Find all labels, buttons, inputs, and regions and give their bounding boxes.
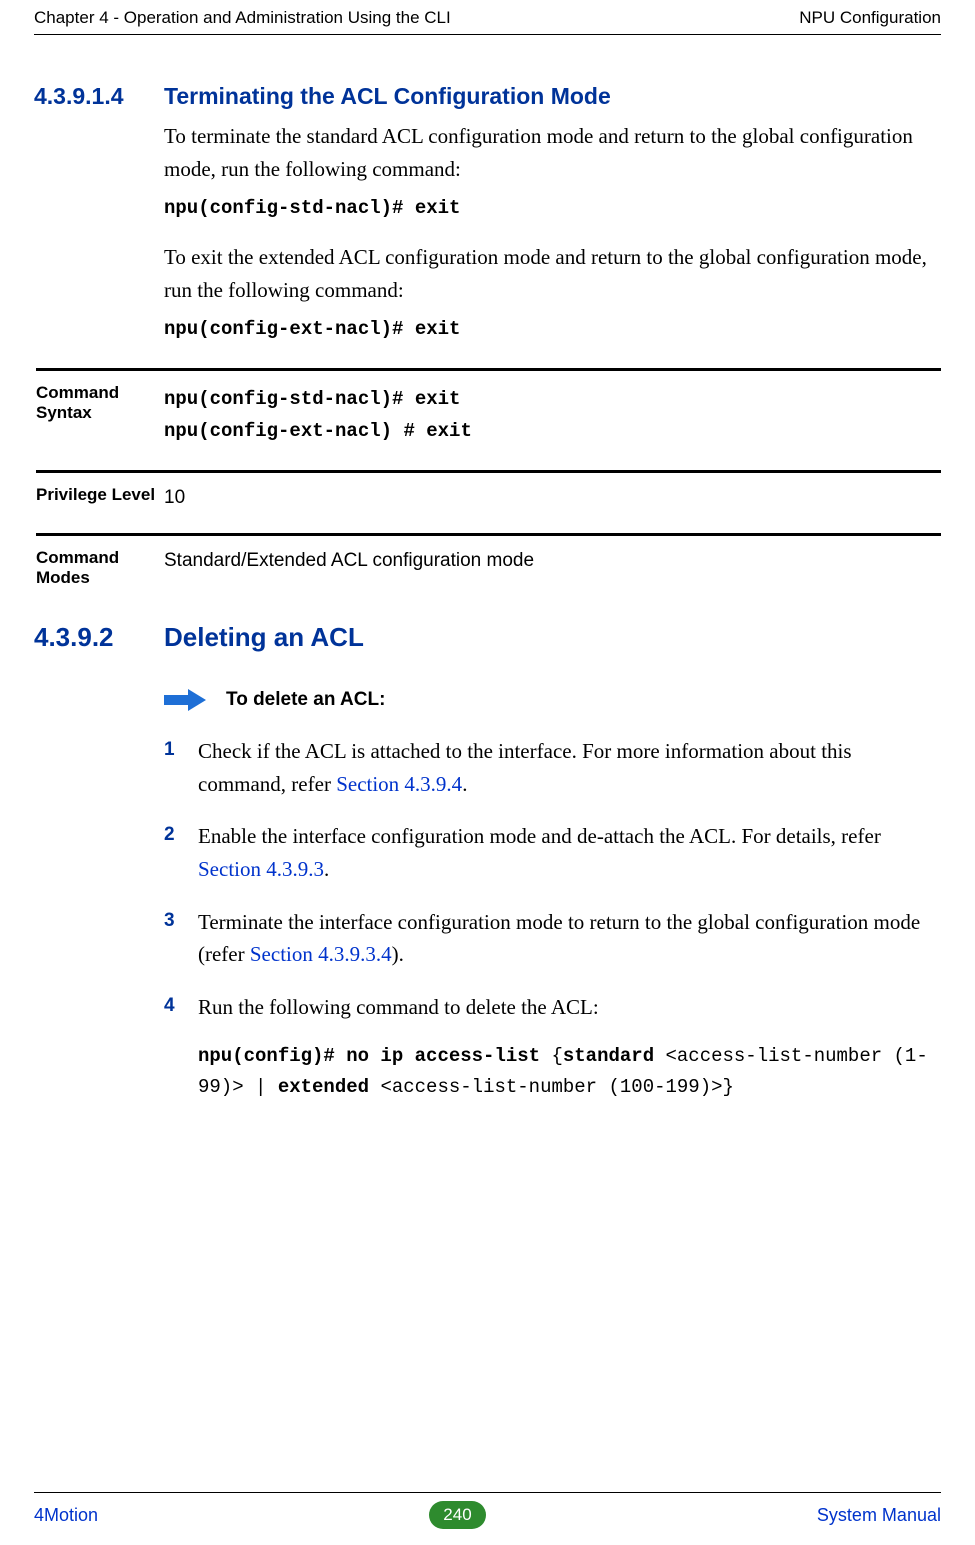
section-link[interactable]: Section 4.3.9.3.4: [250, 942, 392, 966]
info-table: Command Syntax npu(config-std-nacl)# exi…: [164, 368, 941, 598]
info-value: 10: [164, 485, 185, 512]
page-header: Chapter 4 - Operation and Administration…: [34, 8, 941, 35]
info-value: Standard/Extended ACL configuration mode: [164, 548, 534, 588]
step-text-post: .: [324, 857, 329, 881]
section-link[interactable]: Section 4.3.9.4: [336, 772, 462, 796]
page-number-badge: 240: [429, 1501, 485, 1529]
section-link[interactable]: Section 4.3.9.3: [198, 857, 324, 881]
body-column: Terminating the ACL Configuration Mode T…: [164, 83, 941, 1122]
command-line: npu(config)# no ip access-list {standard…: [198, 1041, 941, 1102]
cmd-text: <access-list-number (100-199)>}: [369, 1076, 734, 1098]
step: 2 Enable the interface configuration mod…: [164, 820, 941, 885]
info-row-syntax: Command Syntax npu(config-std-nacl)# exi…: [36, 368, 941, 470]
step-number: 1: [164, 735, 175, 764]
header-right: NPU Configuration: [799, 8, 941, 28]
procedure-steps: 1 Check if the ACL is attached to the in…: [164, 735, 941, 1102]
section-deleting-acl: 4.3.9.2 Deleting an ACL To delete an ACL…: [164, 622, 941, 1102]
page: Chapter 4 - Operation and Administration…: [0, 0, 975, 1545]
step-number: 3: [164, 906, 175, 935]
arrow-icon: [164, 689, 206, 711]
syntax-line: npu(config-ext-nacl) # exit: [164, 415, 472, 447]
section-title: Deleting an ACL: [164, 622, 941, 653]
step-text: Check if the ACL is attached to the inte…: [198, 739, 852, 796]
info-value: npu(config-std-nacl)# exit npu(config-ex…: [164, 383, 472, 448]
paragraph: To exit the extended ACL configuration m…: [164, 241, 941, 306]
paragraph: To terminate the standard ACL configurat…: [164, 120, 941, 185]
command-line: npu(config-std-nacl)# exit: [164, 197, 941, 219]
cmd-bold: extended: [278, 1076, 369, 1098]
info-label: Command Modes: [36, 548, 164, 588]
syntax-line: npu(config-std-nacl)# exit: [164, 383, 472, 415]
step-text: Run the following command to delete the …: [198, 995, 599, 1019]
section-number: 4.3.9.2: [34, 622, 114, 653]
step-text: Enable the interface configuration mode …: [198, 824, 881, 848]
section-number: 4.3.9.1.4: [34, 83, 124, 110]
info-row-modes: Command Modes Standard/Extended ACL conf…: [36, 533, 941, 598]
step-text-post: .: [462, 772, 467, 796]
step: 1 Check if the ACL is attached to the in…: [164, 735, 941, 800]
header-left: Chapter 4 - Operation and Administration…: [34, 8, 451, 28]
step: 3 Terminate the interface configuration …: [164, 906, 941, 971]
cmd-bold: standard: [563, 1045, 654, 1067]
info-row-privilege: Privilege Level 10: [36, 470, 941, 534]
command-line: npu(config-ext-nacl)# exit: [164, 318, 941, 340]
procedure-title: To delete an ACL:: [226, 689, 385, 711]
section-title: Terminating the ACL Configuration Mode: [164, 83, 941, 110]
page-footer: 4Motion 240 System Manual: [34, 1492, 941, 1529]
step-text-post: ).: [392, 942, 404, 966]
step: 4 Run the following command to delete th…: [164, 991, 941, 1102]
info-label: Privilege Level: [36, 485, 164, 512]
footer-left: 4Motion: [34, 1505, 98, 1526]
step-number: 2: [164, 820, 175, 849]
cmd-text: {: [551, 1045, 562, 1067]
step-number: 4: [164, 991, 175, 1020]
footer-right: System Manual: [817, 1505, 941, 1526]
cmd-bold: npu(config)# no ip access-list: [198, 1045, 551, 1067]
procedure-heading: To delete an ACL:: [164, 689, 941, 711]
info-label: Command Syntax: [36, 383, 164, 448]
